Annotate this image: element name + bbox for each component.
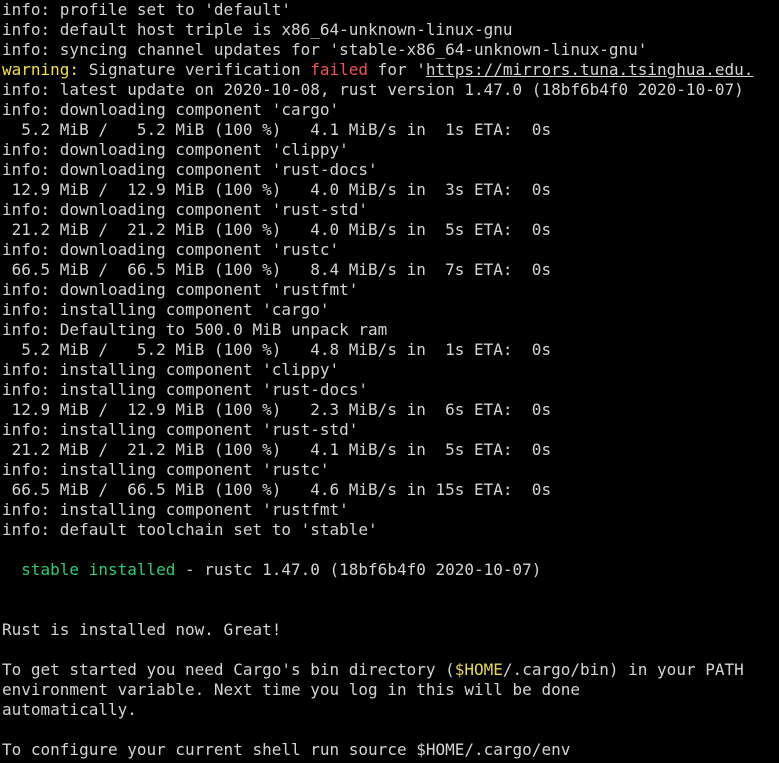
output-line: 66.5 MiB / 66.5 MiB (100 %) 8.4 MiB/s in…: [2, 260, 552, 279]
warning-label: warning:: [2, 60, 80, 79]
path-instruction-line: To get started you need Cargo's bin dire…: [2, 660, 779, 680]
warning-line: warning: Signature verification failed f…: [2, 60, 779, 80]
installed-line: stable installed - rustc 1.47.0 (18bf6b4…: [2, 560, 779, 580]
output-line: info: downloading component 'cargo': [2, 100, 340, 119]
output-line: 12.9 MiB / 12.9 MiB (100 %) 4.0 MiB/s in…: [2, 180, 552, 199]
output-line: 66.5 MiB / 66.5 MiB (100 %) 4.6 MiB/s in…: [2, 480, 552, 499]
output-line: automatically.: [2, 700, 137, 719]
output-line: 5.2 MiB / 5.2 MiB (100 %) 4.1 MiB/s in 1…: [2, 120, 552, 139]
installed-status: stable installed: [21, 560, 176, 579]
output-line: info: downloading component 'clippy': [2, 140, 349, 159]
output-line: info: Defaulting to 500.0 MiB unpack ram: [2, 320, 388, 339]
output-line: info: installing component 'rust-docs': [2, 380, 369, 399]
warning-text: for ': [368, 60, 426, 79]
terminal-output[interactable]: info: profile set to 'default' info: defa…: [0, 0, 779, 763]
output-line: info: profile set to 'default': [2, 0, 291, 19]
warning-text: Signature verification: [79, 60, 311, 79]
mirror-url-link[interactable]: https://mirrors.tuna.tsinghua.edu.: [426, 60, 754, 79]
output-line: info: default host triple is x86_64-unkn…: [2, 20, 513, 39]
output-line: info: downloading component 'rust-std': [2, 200, 369, 219]
output-line: info: syncing channel updates for 'stabl…: [2, 40, 648, 59]
failed-label: failed: [310, 60, 369, 79]
output-line: info: downloading component 'rustfmt': [2, 280, 359, 299]
output-line: info: installing component 'rustfmt': [2, 500, 349, 519]
output-line: info: installing component 'clippy': [2, 360, 340, 379]
output-line: 5.2 MiB / 5.2 MiB (100 %) 4.8 MiB/s in 1…: [2, 340, 552, 359]
output-line: 21.2 MiB / 21.2 MiB (100 %) 4.0 MiB/s in…: [2, 220, 552, 239]
output-line: info: latest update on 2020-10-08, rust …: [2, 80, 744, 99]
output-line: info: downloading component 'rustc': [2, 240, 340, 259]
home-variable: $HOME: [454, 660, 503, 679]
path-text: To get started you need Cargo's bin dire…: [2, 660, 455, 679]
output-line: info: installing component 'rustc': [2, 460, 330, 479]
output-line: info: installing component 'cargo': [2, 300, 330, 319]
output-line: info: downloading component 'rust-docs': [2, 160, 378, 179]
output-line: 21.2 MiB / 21.2 MiB (100 %) 4.1 MiB/s in…: [2, 440, 552, 459]
output-line: environment variable. Next time you log …: [2, 680, 580, 699]
installed-version: - rustc 1.47.0 (18bf6b4f0 2020-10-07): [175, 560, 542, 579]
output-line: To configure your current shell run sour…: [2, 740, 571, 759]
output-line: info: default toolchain set to 'stable': [2, 520, 378, 539]
path-text: /.cargo/bin) in your PATH: [502, 660, 744, 679]
output-line: Rust is installed now. Great!: [2, 620, 282, 639]
output-line: 12.9 MiB / 12.9 MiB (100 %) 2.3 MiB/s in…: [2, 400, 552, 419]
output-line: info: installing component 'rust-std': [2, 420, 359, 439]
